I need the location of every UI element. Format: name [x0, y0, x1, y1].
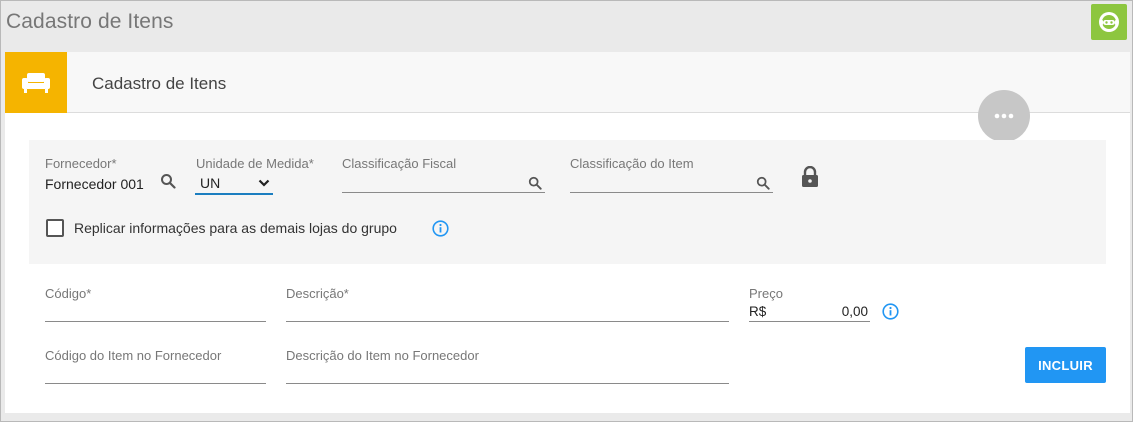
replicar-info-icon[interactable]: [432, 220, 449, 237]
descricao-label: Descrição*: [286, 286, 349, 301]
preco-underline: [749, 321, 870, 322]
replicar-label: Replicar informações para as demais loja…: [74, 220, 397, 236]
classificacao-item-label: Classificação do Item: [570, 156, 694, 171]
app-frame: Cadastro de Itens Cadastro de Itens Forn…: [0, 0, 1133, 422]
classificacao-fiscal-underline: [342, 192, 545, 193]
preco-currency: R$: [749, 304, 767, 319]
unidade-selected-value: UN: [200, 175, 221, 191]
descricao-fornecedor-underline: [286, 383, 729, 384]
descricao-underline: [286, 321, 729, 322]
card-header: Cadastro de Itens: [5, 52, 1130, 113]
preco-input[interactable]: 0,00: [795, 304, 868, 319]
descricao-fornecedor-input[interactable]: [286, 366, 729, 384]
codigo-underline: [45, 321, 266, 322]
classificacao-item-search-icon[interactable]: [756, 176, 770, 190]
preco-info-icon[interactable]: [882, 303, 899, 320]
classificacao-fiscal-label: Classificação Fiscal: [342, 156, 457, 171]
card-title: Cadastro de Itens: [92, 74, 227, 93]
lock-icon[interactable]: [801, 166, 819, 188]
codigo-input[interactable]: [45, 304, 266, 322]
preco-label: Preço: [749, 286, 783, 301]
classificacao-fiscal-search-icon[interactable]: [528, 176, 542, 190]
card-header-icon-box: [5, 52, 67, 113]
supplier-panel: [29, 140, 1106, 264]
sofa-icon: [22, 72, 50, 93]
codigo-label: Código*: [45, 286, 92, 301]
unidade-label: Unidade de Medida*: [196, 156, 314, 171]
item-form-card: Cadastro de Itens Fornecedor* Fornecedor…: [5, 52, 1130, 413]
descricao-input[interactable]: [286, 304, 729, 322]
codigo-fornecedor-underline: [45, 383, 266, 384]
more-options-button[interactable]: [978, 90, 1030, 142]
unidade-select[interactable]: UN: [195, 173, 273, 195]
codigo-fornecedor-label: Código do Item no Fornecedor: [45, 348, 222, 363]
page-title: Cadastro de Itens: [6, 10, 174, 33]
fornecedor-label: Fornecedor*: [45, 156, 117, 171]
help-chat-icon: [1099, 12, 1119, 32]
help-button[interactable]: [1091, 4, 1127, 40]
incluir-button[interactable]: INCLUIR: [1025, 347, 1106, 383]
chevron-down-icon: [258, 179, 270, 187]
classificacao-item-underline: [570, 192, 773, 193]
replicar-checkbox[interactable]: [46, 219, 64, 237]
fornecedor-search-icon[interactable]: [160, 173, 176, 189]
more-icon: [994, 113, 1014, 119]
codigo-fornecedor-input[interactable]: [45, 366, 266, 384]
fornecedor-value[interactable]: Fornecedor 001: [45, 176, 144, 192]
descricao-fornecedor-label: Descrição do Item no Fornecedor: [286, 348, 479, 363]
